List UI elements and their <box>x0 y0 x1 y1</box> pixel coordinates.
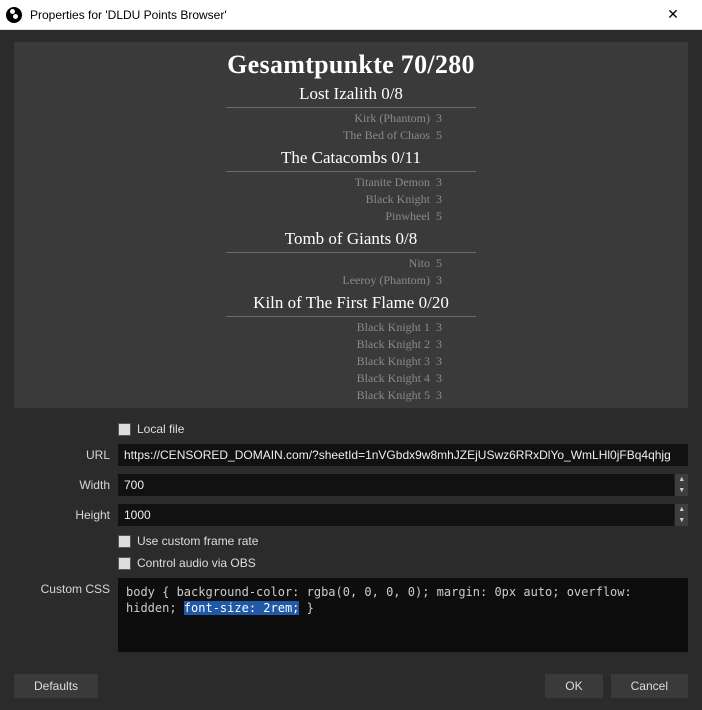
local-file-checkbox[interactable] <box>118 423 131 436</box>
area-title: Lost Izalith 0/8 <box>24 84 678 104</box>
cancel-button[interactable]: Cancel <box>611 674 688 698</box>
entry-row: Black Knight 53 <box>236 387 466 404</box>
height-label: Height <box>14 508 110 522</box>
defaults-button[interactable]: Defaults <box>14 674 98 698</box>
custom-fr-checkbox[interactable] <box>118 535 131 548</box>
width-spin-down[interactable]: ▼ <box>674 485 688 496</box>
dialog-body: Gesamtpunkte 70/280 Lost Izalith 0/8 Kirk… <box>0 30 702 710</box>
width-label: Width <box>14 478 110 492</box>
height-spin-down[interactable]: ▼ <box>674 515 688 526</box>
width-input[interactable] <box>118 474 674 496</box>
area-title: Kiln of The First Flame 0/20 <box>24 293 678 313</box>
custom-css-input[interactable]: body { background-color: rgba(0, 0, 0, 0… <box>118 578 688 652</box>
entry-row: Pinwheel5 <box>236 208 466 225</box>
entry-points: 5 <box>436 127 466 144</box>
area-title: Tomb of Giants 0/8 <box>24 229 678 249</box>
entry-name: Nito <box>236 255 436 272</box>
entry-row: Black Knight 43 <box>236 370 466 387</box>
entry-points: 3 <box>436 174 466 191</box>
control-audio-checkbox[interactable] <box>118 557 131 570</box>
entry-row: Leeroy (Phantom)3 <box>236 272 466 289</box>
entry-points: 5 <box>436 208 466 225</box>
entry-name: The Bed of Chaos <box>236 127 436 144</box>
entry-name: Titanite Demon <box>236 174 436 191</box>
entry-name: Black Knight 2 <box>236 336 436 353</box>
entry-name: Black Knight 4 <box>236 370 436 387</box>
area-rule <box>226 171 476 172</box>
browser-preview: Gesamtpunkte 70/280 Lost Izalith 0/8 Kirk… <box>14 42 688 408</box>
entry-row: Titanite Demon3 <box>236 174 466 191</box>
control-audio-label[interactable]: Control audio via OBS <box>137 556 256 570</box>
entry-row: Black Knight 23 <box>236 336 466 353</box>
form: Local file URL Width ▲ ▼ Height <box>14 408 688 660</box>
height-input[interactable] <box>118 504 674 526</box>
area-rule <box>226 252 476 253</box>
entry-points: 5 <box>436 255 466 272</box>
width-spin-up[interactable]: ▲ <box>674 474 688 485</box>
entry-row: The Bed of Chaos5 <box>236 127 466 144</box>
custom-css-label: Custom CSS <box>14 578 110 596</box>
url-label: URL <box>14 448 110 462</box>
entry-points: 3 <box>436 319 466 336</box>
entry-row: Black Knight 13 <box>236 319 466 336</box>
entry-points: 3 <box>436 272 466 289</box>
entry-points: 3 <box>436 353 466 370</box>
entry-row: Kirk (Phantom)3 <box>236 110 466 127</box>
entry-points: 3 <box>436 191 466 208</box>
entry-name: Leeroy (Phantom) <box>236 272 436 289</box>
titlebar: Properties for 'DLDU Points Browser' ✕ <box>0 0 702 30</box>
local-file-label[interactable]: Local file <box>137 422 184 436</box>
ok-button[interactable]: OK <box>545 674 602 698</box>
entry-row: Nito5 <box>236 255 466 272</box>
entry-points: 3 <box>436 387 466 404</box>
entry-name: Black Knight <box>236 191 436 208</box>
close-button[interactable]: ✕ <box>650 6 696 23</box>
entry-name: Black Knight 1 <box>236 319 436 336</box>
entry-points: 3 <box>436 370 466 387</box>
entry-name: Kirk (Phantom) <box>236 110 436 127</box>
entry-row: Black Knight 33 <box>236 353 466 370</box>
url-input[interactable] <box>118 444 688 466</box>
area-title: The Catacombs 0/11 <box>24 148 678 168</box>
window-title: Properties for 'DLDU Points Browser' <box>30 8 650 22</box>
button-bar: Defaults OK Cancel <box>14 660 688 698</box>
obs-icon <box>6 7 22 23</box>
custom-fr-label[interactable]: Use custom frame rate <box>137 534 258 548</box>
total-points: Gesamtpunkte 70/280 <box>24 50 678 80</box>
entry-name: Black Knight 5 <box>236 387 436 404</box>
entry-points: 3 <box>436 336 466 353</box>
entry-name: Pinwheel <box>236 208 436 225</box>
area-rule <box>226 316 476 317</box>
entry-points: 3 <box>436 110 466 127</box>
area-rule <box>226 107 476 108</box>
entry-row: Black Knight3 <box>236 191 466 208</box>
height-spin-up[interactable]: ▲ <box>674 504 688 515</box>
entry-name: Black Knight 3 <box>236 353 436 370</box>
